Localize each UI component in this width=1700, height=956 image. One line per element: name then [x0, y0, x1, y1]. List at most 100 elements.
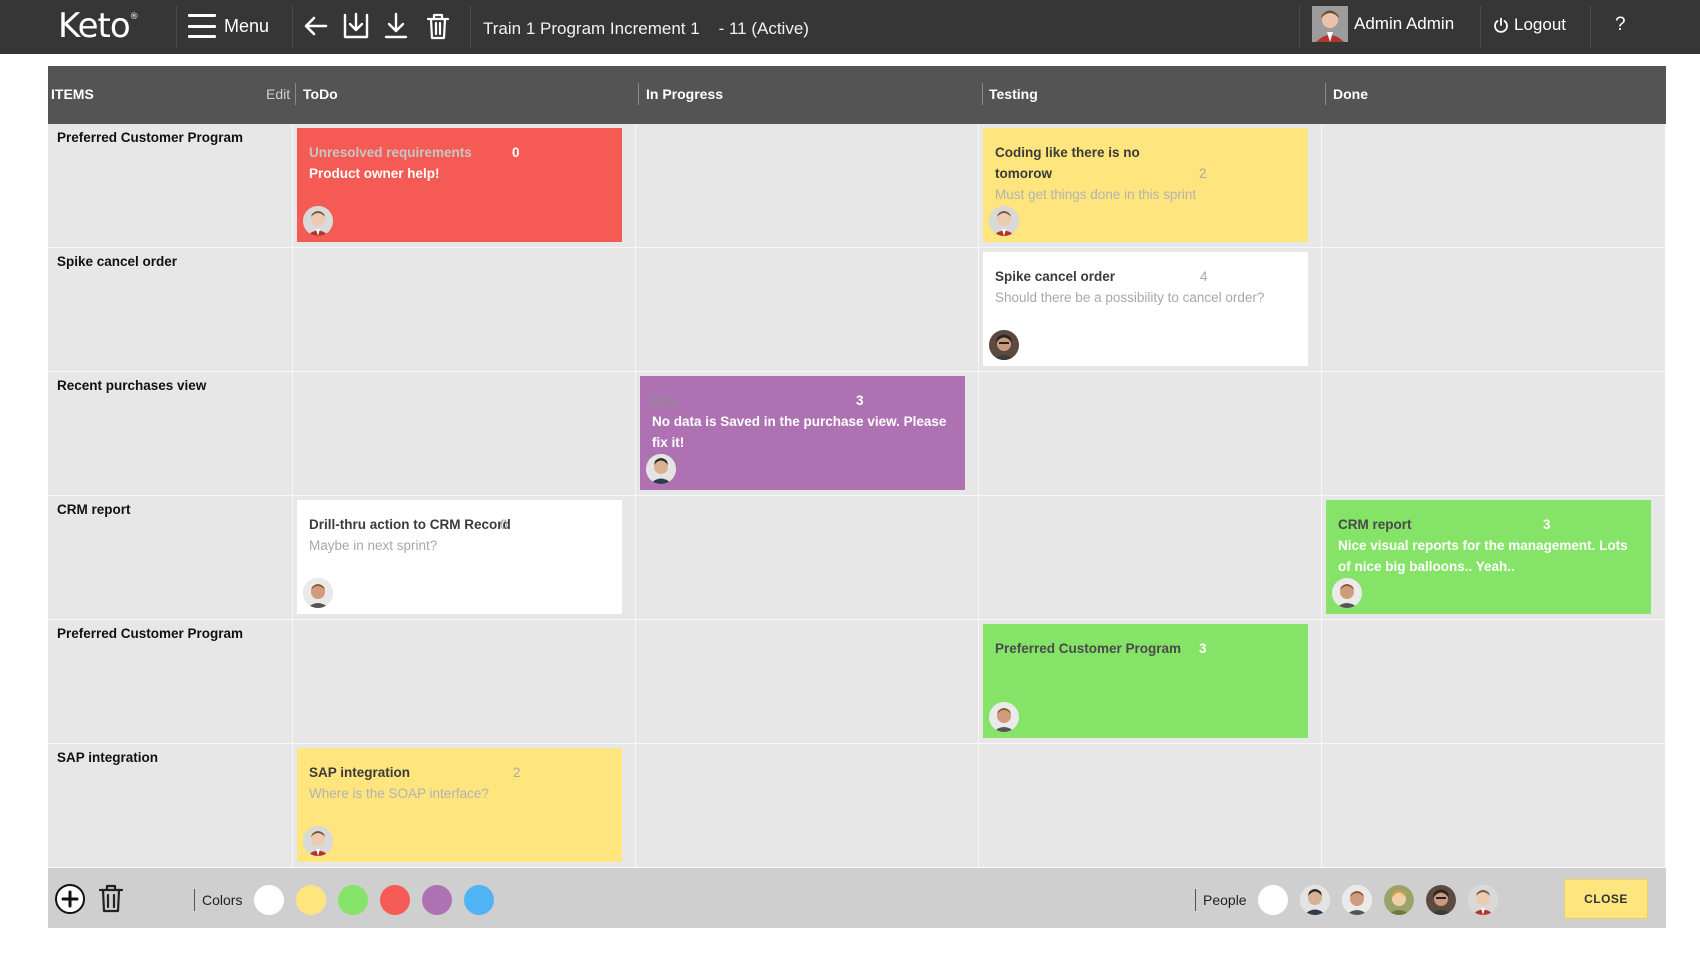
avatar[interactable] — [1332, 578, 1362, 608]
cell-testing[interactable] — [979, 372, 1322, 495]
card[interactable]: CRM report 3 Nice visual reports for the… — [1326, 500, 1651, 614]
card[interactable]: SAP integration 2 Where is the SOAP inte… — [297, 748, 622, 862]
card[interactable]: Unresolved requirements 0 Product owner … — [297, 128, 622, 242]
edit-items-link[interactable]: Edit — [266, 86, 290, 102]
card-description: Maybe in next sprint? — [309, 538, 438, 553]
row-item-label[interactable]: CRM report — [48, 496, 293, 619]
cell-testing[interactable] — [979, 744, 1322, 867]
card-points: 0 — [500, 517, 508, 532]
menu-button[interactable]: Menu — [188, 14, 269, 38]
trash-icon[interactable] — [424, 11, 452, 41]
download-icon[interactable] — [382, 11, 410, 41]
card-title: CRM report — [1338, 517, 1412, 532]
person-avatar[interactable] — [1342, 885, 1372, 915]
avatar[interactable] — [303, 826, 333, 856]
cell-done[interactable] — [1322, 620, 1665, 743]
card-title: Preferred Customer Program — [995, 641, 1182, 656]
card-points: 0 — [512, 145, 520, 160]
import-icon[interactable] — [342, 11, 370, 41]
divider — [1195, 889, 1196, 911]
cell-in-progress[interactable] — [636, 620, 979, 743]
cell-todo[interactable] — [293, 248, 636, 371]
logout-button[interactable]: Logout — [1493, 15, 1566, 35]
person-avatar[interactable] — [1426, 885, 1456, 915]
color-swatch-purple[interactable] — [422, 885, 452, 915]
row-item-label[interactable]: SAP integration — [48, 744, 293, 867]
avatar[interactable] — [989, 702, 1019, 732]
avatar[interactable] — [989, 206, 1019, 236]
board-footer: Colors People CLOSE — [48, 868, 1666, 928]
avatar[interactable] — [303, 206, 333, 236]
color-swatch-white[interactable] — [254, 885, 284, 915]
column-header-done: Done — [1333, 86, 1368, 102]
card[interactable]: Spike cancel order 4 Should there be a p… — [983, 252, 1308, 366]
cell-testing[interactable]: Spike cancel order 4 Should there be a p… — [979, 248, 1322, 371]
power-icon — [1494, 17, 1508, 33]
row-item-label[interactable]: Preferred Customer Program — [48, 124, 293, 247]
cell-done[interactable] — [1322, 248, 1665, 371]
card-description: Where is the SOAP interface? — [309, 786, 489, 801]
person-avatar[interactable] — [1384, 885, 1414, 915]
row-item-label[interactable]: Spike cancel order — [48, 248, 293, 371]
card[interactable]: Preferred Customer Program 3 — [983, 624, 1308, 738]
cell-done[interactable] — [1322, 744, 1665, 867]
color-swatch-red[interactable] — [380, 885, 410, 915]
avatar[interactable] — [303, 578, 333, 608]
card-title: Unresolved requirements — [309, 145, 472, 160]
user-name: Admin Admin — [1354, 14, 1455, 33]
trash-icon[interactable] — [98, 882, 124, 914]
person-filter-all[interactable] — [1258, 885, 1288, 915]
avatar — [1312, 6, 1348, 42]
cell-in-progress[interactable] — [636, 744, 979, 867]
cell-testing[interactable]: Coding like there is no tomorow 2 Must g… — [979, 124, 1322, 247]
row-item-label[interactable]: Recent purchases view — [48, 372, 293, 495]
cell-todo[interactable] — [293, 372, 636, 495]
user-menu[interactable]: Admin Admin — [1312, 6, 1454, 42]
cell-done[interactable] — [1322, 124, 1665, 247]
card-points: 4 — [1200, 269, 1208, 284]
keto-logo[interactable]: Keto® — [58, 6, 139, 46]
board-row: CRM report Drill-thru action to CRM Reco… — [48, 496, 1666, 620]
board-row: Preferred Customer Program Unresolved re… — [48, 124, 1666, 248]
cell-in-progress[interactable] — [636, 496, 979, 619]
cell-done[interactable]: CRM report 3 Nice visual reports for the… — [1322, 496, 1665, 619]
cell-in-progress[interactable] — [636, 248, 979, 371]
cell-in-progress[interactable]: Bug 3 No data is Saved in the purchase v… — [636, 372, 979, 495]
logout-label: Logout — [1514, 15, 1566, 34]
cell-todo[interactable]: Unresolved requirements 0 Product owner … — [293, 124, 636, 247]
cell-testing[interactable] — [979, 496, 1322, 619]
cell-todo[interactable]: SAP integration 2 Where is the SOAP inte… — [293, 744, 636, 867]
card[interactable]: Bug 3 No data is Saved in the purchase v… — [640, 376, 965, 490]
person-avatar[interactable] — [1468, 885, 1498, 915]
column-header-in-progress: In Progress — [646, 86, 724, 102]
card-points: 3 — [1199, 641, 1207, 656]
help-button[interactable]: ? — [1615, 14, 1626, 36]
cell-todo[interactable]: Drill-thru action to CRM Record 0 Maybe … — [293, 496, 636, 619]
color-swatch-yellow[interactable] — [296, 885, 326, 915]
card[interactable]: Coding like there is no tomorow 2 Must g… — [983, 128, 1308, 242]
card[interactable]: Drill-thru action to CRM Record 0 Maybe … — [297, 500, 622, 614]
items-header: ITEMS — [51, 86, 94, 102]
avatar[interactable] — [989, 330, 1019, 360]
top-bar: Keto® Menu Train 1 Program Increment 1 -… — [0, 0, 1700, 54]
card-title: Coding like there is no tomorow — [995, 145, 1140, 181]
color-swatch-green[interactable] — [338, 885, 368, 915]
column-divider — [982, 83, 983, 105]
menu-label: Menu — [224, 15, 270, 36]
divider — [292, 6, 293, 48]
cell-testing[interactable]: Preferred Customer Program 3 — [979, 620, 1322, 743]
arrow-left-icon[interactable] — [302, 11, 330, 41]
color-swatch-blue[interactable] — [464, 885, 494, 915]
row-item-label[interactable]: Preferred Customer Program — [48, 620, 293, 743]
person-avatar[interactable] — [1300, 885, 1330, 915]
cell-todo[interactable] — [293, 620, 636, 743]
card-points: 2 — [513, 765, 521, 780]
avatar[interactable] — [646, 454, 676, 484]
close-button[interactable]: CLOSE — [1564, 879, 1648, 919]
cell-done[interactable] — [1322, 372, 1665, 495]
program-increment-title[interactable]: Train 1 Program Increment 1 - 11 (Active… — [483, 19, 809, 39]
divider — [176, 6, 177, 48]
cell-in-progress[interactable] — [636, 124, 979, 247]
card-title: Drill-thru action to CRM Record — [309, 517, 511, 532]
plus-circle-icon[interactable] — [54, 883, 86, 915]
